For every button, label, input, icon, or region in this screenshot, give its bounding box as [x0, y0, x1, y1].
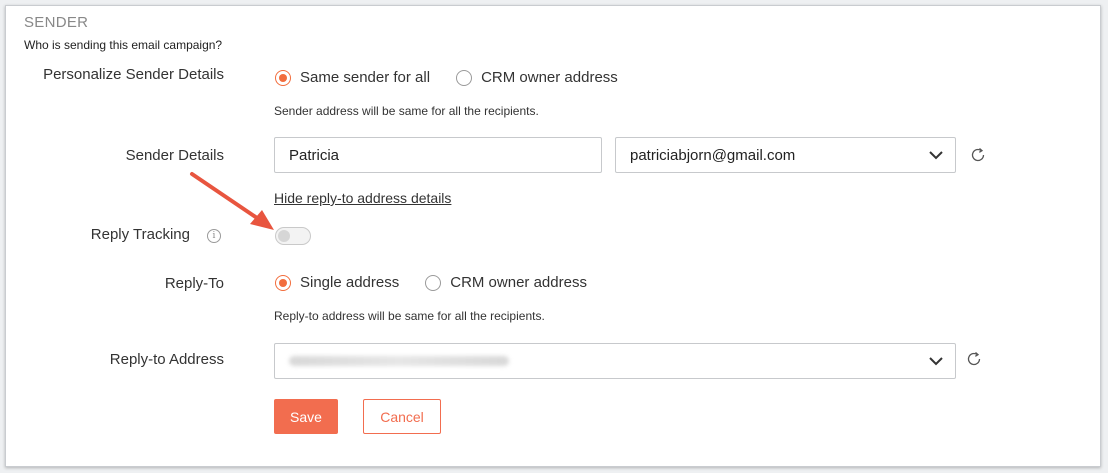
- hide-reply-to-link[interactable]: Hide reply-to address details: [274, 190, 451, 206]
- personalize-radio-group: Same sender for all CRM owner address: [275, 69, 644, 86]
- radio-dot-unselected: [456, 69, 473, 86]
- radio-crm-owner-reply-label: CRM owner address: [450, 274, 587, 291]
- reply-tracking-label: Reply Tracking: [90, 226, 190, 243]
- reply-to-address-label: Reply-to Address: [109, 351, 224, 368]
- chevron-down-icon: [929, 356, 943, 366]
- radio-crm-owner-sender[interactable]: CRM owner address: [456, 69, 618, 86]
- radio-single-address-label: Single address: [300, 274, 400, 291]
- sender-name-input[interactable]: Patricia: [274, 137, 602, 173]
- section-title: SENDER: [24, 14, 89, 31]
- radio-crm-owner-reply[interactable]: CRM owner address: [425, 274, 587, 291]
- reply-to-radio-group: Single address CRM owner address: [275, 274, 613, 291]
- reply-to-address-select[interactable]: [274, 343, 956, 379]
- redacted-email: [289, 356, 509, 366]
- section-subtitle: Who is sending this email campaign?: [24, 38, 223, 52]
- personalize-sender-label: Personalize Sender Details: [43, 66, 224, 83]
- radio-crm-owner-sender-label: CRM owner address: [481, 69, 618, 86]
- sender-name-value: Patricia: [289, 146, 340, 164]
- radio-single-address[interactable]: Single address: [275, 274, 399, 291]
- radio-dot-selected: [275, 274, 291, 291]
- sender-details-label: Sender Details: [125, 147, 224, 164]
- sender-email-value: patriciabjorn@gmail.com: [630, 146, 796, 164]
- reply-to-label: Reply-To: [164, 275, 224, 292]
- radio-same-sender[interactable]: Same sender for all: [275, 69, 430, 86]
- sender-email-select[interactable]: patriciabjorn@gmail.com: [615, 137, 956, 173]
- reply-to-hint: Reply-to address will be same for all th…: [274, 309, 545, 323]
- cancel-button[interactable]: Cancel: [363, 399, 441, 434]
- save-button[interactable]: Save: [274, 399, 338, 434]
- personalize-hint: Sender address will be same for all the …: [274, 104, 539, 118]
- sender-settings-panel: SENDER Who is sending this email campaig…: [5, 5, 1101, 467]
- refresh-icon[interactable]: [969, 146, 987, 164]
- radio-same-sender-label: Same sender for all: [300, 69, 431, 86]
- chevron-down-icon: [929, 150, 943, 160]
- annotation-arrow-icon: [190, 172, 274, 230]
- radio-dot-selected: [275, 69, 291, 86]
- radio-dot-unselected: [425, 274, 442, 291]
- refresh-icon[interactable]: [965, 350, 983, 368]
